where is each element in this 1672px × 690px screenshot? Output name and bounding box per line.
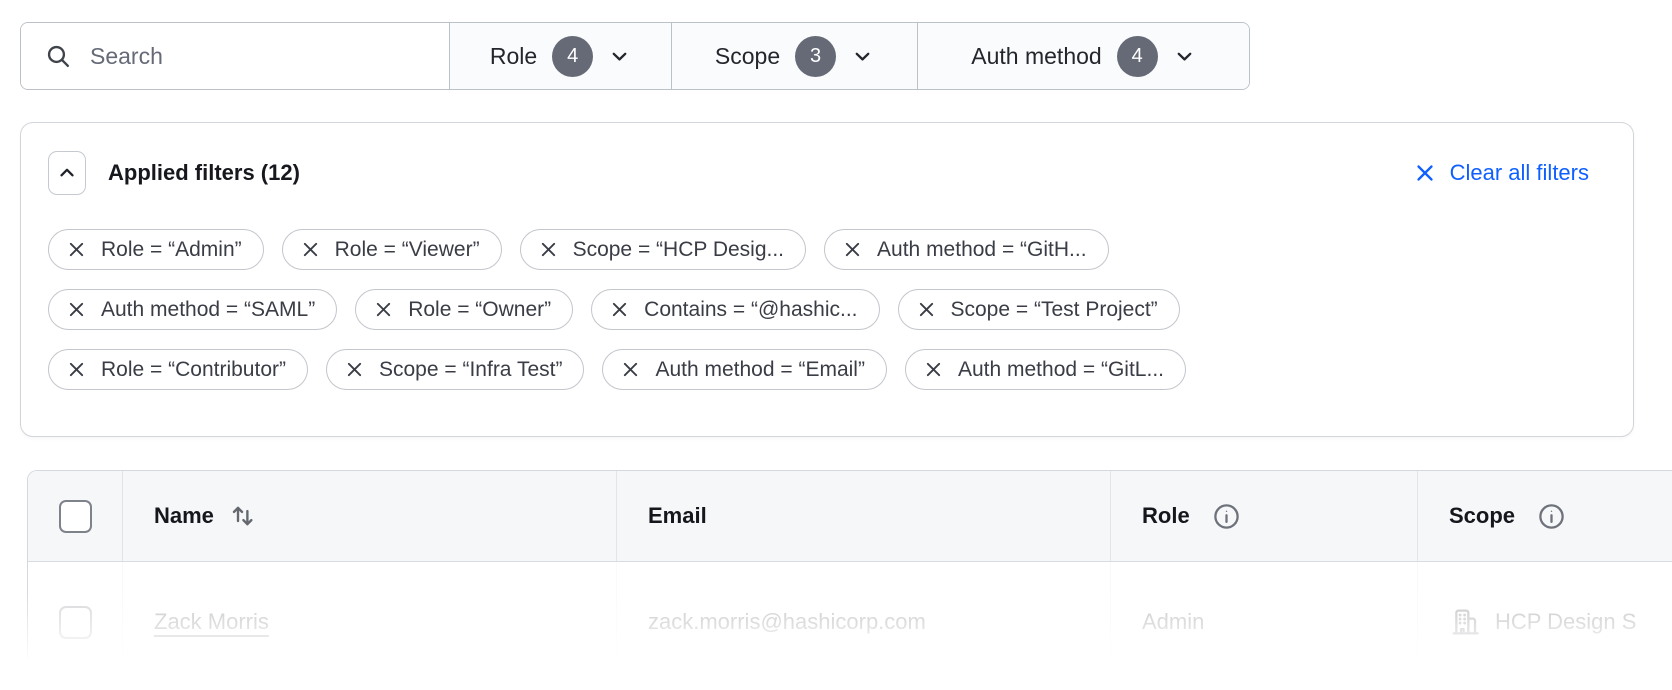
email-column-label: Email bbox=[648, 503, 707, 529]
filter-chip[interactable]: Role = “Contributor” bbox=[48, 349, 308, 390]
filter-chip-label: Scope = “HCP Desig... bbox=[573, 238, 784, 262]
filter-chip-row: Role = “Contributor” Scope = “Infra Test… bbox=[48, 349, 1603, 390]
search-box bbox=[21, 23, 449, 89]
info-icon[interactable] bbox=[1537, 502, 1566, 531]
remove-filter-icon[interactable] bbox=[344, 359, 365, 380]
remove-filter-icon[interactable] bbox=[300, 239, 321, 260]
filter-chip[interactable]: Role = “Viewer” bbox=[282, 229, 502, 270]
dropdown-label: Scope bbox=[715, 43, 780, 70]
column-header-role: Role bbox=[1110, 471, 1417, 561]
filter-chip-row: Auth method = “SAML” Role = “Owner” Cont… bbox=[48, 289, 1603, 330]
chevron-down-icon bbox=[1173, 45, 1196, 68]
remove-filter-icon[interactable] bbox=[66, 239, 87, 260]
row-checkbox[interactable] bbox=[59, 606, 92, 639]
clear-all-filters-label: Clear all filters bbox=[1450, 160, 1589, 186]
remove-filter-icon[interactable] bbox=[66, 299, 87, 320]
member-role: Admin bbox=[1142, 609, 1204, 635]
filter-chip-row: Role = “Admin” Role = “Viewer” Scope = “… bbox=[48, 229, 1603, 270]
applied-filters-panel: Applied filters (12) Clear all filters R… bbox=[20, 122, 1634, 437]
filter-dropdown-scope[interactable]: Scope 3 bbox=[671, 23, 917, 89]
remove-filter-icon[interactable] bbox=[620, 359, 641, 380]
search-icon bbox=[45, 43, 72, 70]
filter-chips-area: Role = “Admin” Role = “Viewer” Scope = “… bbox=[48, 229, 1603, 390]
applied-filters-title: Applied filters (12) bbox=[108, 160, 1413, 186]
role-column-label: Role bbox=[1142, 503, 1190, 529]
chevron-up-icon bbox=[56, 162, 78, 184]
select-all-checkbox[interactable] bbox=[59, 500, 92, 533]
members-table: Name Email Role bbox=[27, 470, 1672, 682]
count-badge: 4 bbox=[1117, 36, 1158, 77]
filter-chip[interactable]: Scope = “Test Project” bbox=[898, 289, 1180, 330]
remove-filter-icon[interactable] bbox=[923, 359, 944, 380]
filter-chip[interactable]: Auth method = “GitL... bbox=[905, 349, 1186, 390]
filter-chip-label: Auth method = “Email” bbox=[655, 358, 865, 382]
filter-chip[interactable]: Scope = “HCP Desig... bbox=[520, 229, 806, 270]
filter-chip-label: Scope = “Test Project” bbox=[951, 298, 1158, 322]
collapse-filters-button[interactable] bbox=[48, 151, 86, 195]
name-column-label: Name bbox=[154, 503, 214, 529]
chevron-down-icon bbox=[851, 45, 874, 68]
filter-chip-label: Auth method = “GitH... bbox=[877, 238, 1087, 262]
member-scope: HCP Design S bbox=[1495, 609, 1636, 635]
filter-chip-label: Role = “Contributor” bbox=[101, 358, 286, 382]
filter-chip[interactable]: Auth method = “GitH... bbox=[824, 229, 1109, 270]
search-input[interactable] bbox=[90, 43, 425, 70]
remove-filter-icon[interactable] bbox=[66, 359, 87, 380]
remove-filter-icon[interactable] bbox=[373, 299, 394, 320]
filter-chip[interactable]: Contains = “@hashic... bbox=[591, 289, 879, 330]
remove-filter-icon[interactable] bbox=[538, 239, 559, 260]
filter-toolbar: Role 4 Scope 3 Auth method 4 bbox=[20, 22, 1250, 90]
chevron-down-icon bbox=[608, 45, 631, 68]
filter-chip-label: Role = “Owner” bbox=[408, 298, 551, 322]
remove-filter-icon[interactable] bbox=[916, 299, 937, 320]
filter-chip-label: Auth method = “GitL... bbox=[958, 358, 1164, 382]
scope-column-label: Scope bbox=[1449, 503, 1515, 529]
filter-chip[interactable]: Scope = “Infra Test” bbox=[326, 349, 584, 390]
info-icon[interactable] bbox=[1212, 502, 1241, 531]
dropdown-label: Role bbox=[490, 43, 537, 70]
column-header-scope: Scope bbox=[1417, 471, 1672, 561]
org-building-icon bbox=[1449, 606, 1481, 638]
member-name-link[interactable]: Zack Morris bbox=[154, 609, 269, 635]
clear-all-filters-link[interactable]: Clear all filters bbox=[1413, 160, 1589, 186]
filter-chip-label: Role = “Admin” bbox=[101, 238, 242, 262]
applied-filters-header: Applied filters (12) Clear all filters bbox=[48, 151, 1603, 195]
column-header-email: Email bbox=[616, 471, 1110, 561]
filter-chip[interactable]: Auth method = “Email” bbox=[602, 349, 887, 390]
table-header-row: Name Email Role bbox=[28, 471, 1672, 562]
filter-chip-label: Scope = “Infra Test” bbox=[379, 358, 562, 382]
filter-chip-label: Role = “Viewer” bbox=[335, 238, 480, 262]
filter-chip-label: Auth method = “SAML” bbox=[101, 298, 315, 322]
filter-chip-label: Contains = “@hashic... bbox=[644, 298, 857, 322]
members-filter-page: Role 4 Scope 3 Auth method 4 bbox=[0, 0, 1672, 690]
filter-dropdown-role[interactable]: Role 4 bbox=[449, 23, 671, 89]
clear-x-icon bbox=[1413, 161, 1437, 185]
filter-dropdown-auth-method[interactable]: Auth method 4 bbox=[917, 23, 1249, 89]
table-row: Zack Morris zack.morris@hashicorp.com Ad… bbox=[28, 562, 1672, 682]
column-header-name[interactable]: Name bbox=[122, 471, 616, 561]
remove-filter-icon[interactable] bbox=[842, 239, 863, 260]
sort-icon[interactable] bbox=[228, 501, 258, 531]
filter-chip[interactable]: Auth method = “SAML” bbox=[48, 289, 337, 330]
count-badge: 3 bbox=[795, 36, 836, 77]
filter-chip[interactable]: Role = “Owner” bbox=[355, 289, 573, 330]
filter-chip[interactable]: Role = “Admin” bbox=[48, 229, 264, 270]
dropdown-label: Auth method bbox=[971, 43, 1101, 70]
count-badge: 4 bbox=[552, 36, 593, 77]
member-email: zack.morris@hashicorp.com bbox=[648, 609, 926, 635]
remove-filter-icon[interactable] bbox=[609, 299, 630, 320]
